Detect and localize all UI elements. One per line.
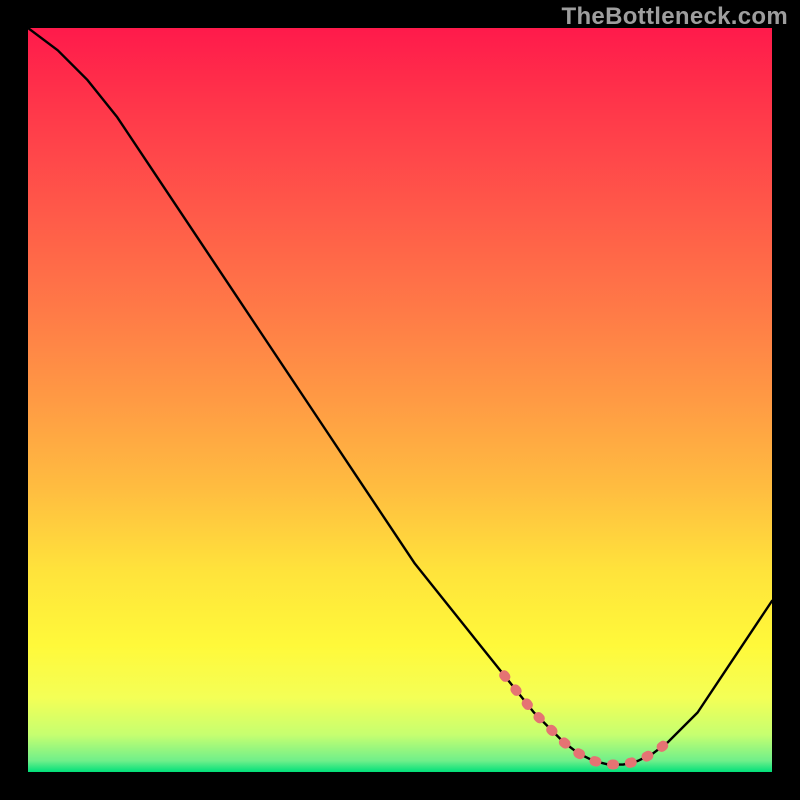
chart-frame: TheBottleneck.com xyxy=(0,0,800,800)
gradient-background xyxy=(28,28,772,772)
watermark-text: TheBottleneck.com xyxy=(562,3,788,31)
bottleneck-chart xyxy=(28,28,772,772)
